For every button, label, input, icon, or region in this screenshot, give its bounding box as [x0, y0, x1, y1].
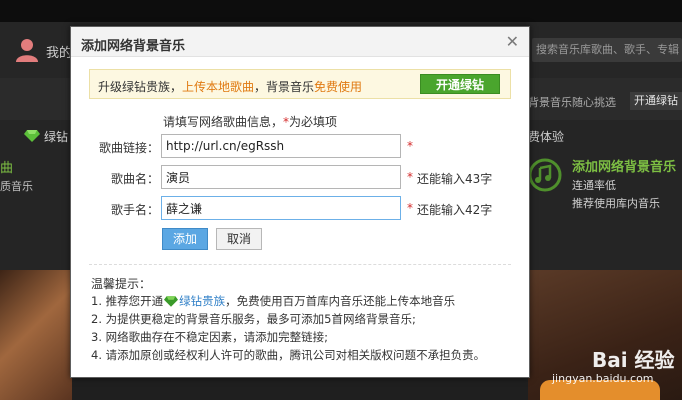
dialog-title: 添加网络背景音乐 — [81, 39, 186, 54]
background-experience-label: 费体验 — [528, 130, 565, 144]
singer-remaining: 还能输入42字 — [417, 203, 493, 217]
background-right-line1: 连通率低 — [572, 179, 616, 192]
background-song-label: 曲 — [0, 161, 14, 176]
green-diamond-icon — [24, 130, 40, 142]
promo-text: 升级绿钻贵族，上传本地歌曲，背景音乐免费使用 — [98, 78, 362, 95]
tip-4: 4. 请添加原创或经权利人许可的歌曲，腾讯公司对相关版权问题不承担负责。 — [91, 348, 486, 362]
promo-prefix: 升级绿钻贵族， — [98, 80, 183, 94]
dialog-titlebar: 添加网络背景音乐 ✕ — [71, 27, 529, 57]
upload-local-link[interactable]: 上传本地歌曲 — [182, 80, 254, 94]
open-vip-button[interactable]: 开通绿钻 — [420, 74, 500, 94]
song-name-label: 歌曲名： — [110, 172, 159, 186]
singer-input[interactable] — [161, 196, 401, 220]
song-name-input[interactable] — [161, 165, 401, 189]
hint-suffix: 为必填项 — [289, 115, 338, 129]
watermark-url: jingyan.baidu.com — [552, 372, 654, 385]
baidu-jingyan-logo: Bai 经验 — [592, 348, 675, 372]
promo-middle: ，背景音乐 — [254, 80, 315, 94]
tips-title: 温馨提示： — [91, 277, 152, 291]
background-add-network-title[interactable]: 添加网络背景音乐 — [572, 156, 676, 175]
background-open-vip-button[interactable]: 开通绿钻 — [630, 92, 682, 110]
add-background-music-dialog: 添加网络背景音乐 ✕ 升级绿钻贵族，上传本地歌曲，背景音乐免费使用 开通绿钻 请… — [70, 26, 530, 378]
form-hint: 请填写网络歌曲信息，*为必填项 — [163, 113, 337, 130]
song-link-label: 歌曲链接： — [99, 141, 160, 155]
green-diamond-icon — [164, 296, 179, 307]
top-bar — [0, 0, 682, 22]
song-name-required-star: * — [407, 170, 413, 184]
singer-required-star: * — [407, 201, 413, 215]
background-quality-label: 质音乐 — [0, 180, 33, 193]
tip-3: 3. 网络歌曲存在不稳定因素，请添加完整链接; — [91, 330, 328, 344]
tip-1-suffix: ，免费使用百万首库内音乐还能上传本地音乐 — [225, 294, 456, 308]
mine-label[interactable]: 我的 — [46, 42, 72, 61]
close-icon[interactable]: ✕ — [506, 32, 519, 51]
add-button[interactable]: 添加 — [162, 228, 208, 250]
tip-2: 2. 为提供更稳定的背景音乐服务，最多可添加5首网络背景音乐; — [91, 312, 416, 326]
background-vip-label: 绿钻 — [44, 130, 69, 144]
tip-1: 1. 推荐您开通 绿钻贵族，免费使用百万首库内音乐还能上传本地音乐 — [91, 293, 455, 309]
tip-1-prefix: 1. 推荐您开通 — [91, 294, 164, 308]
background-photo-left — [0, 270, 72, 400]
vip-link[interactable]: 绿钻贵族 — [179, 294, 225, 308]
hint-prefix: 请填写网络歌曲信息， — [163, 115, 284, 129]
cancel-button[interactable]: 取消 — [216, 228, 262, 250]
song-link-required-star: * — [407, 139, 413, 153]
song-name-remaining: 还能输入43字 — [417, 172, 493, 186]
background-right-line2: 推荐使用库内音乐 — [572, 197, 660, 210]
vip-promo-banner: 升级绿钻贵族，上传本地歌曲，背景音乐免费使用 开通绿钻 — [89, 69, 511, 99]
background-promo-text: 背景音乐随心挑选 — [528, 96, 616, 109]
search-input[interactable]: 搜索音乐库歌曲、歌手、专辑 — [532, 38, 682, 62]
free-use-link[interactable]: 免费使用 — [314, 80, 362, 94]
singer-label: 歌手名： — [110, 203, 159, 217]
avatar-icon[interactable] — [14, 36, 40, 62]
song-link-input[interactable] — [161, 134, 401, 158]
music-network-icon — [528, 158, 562, 192]
divider — [89, 264, 511, 265]
